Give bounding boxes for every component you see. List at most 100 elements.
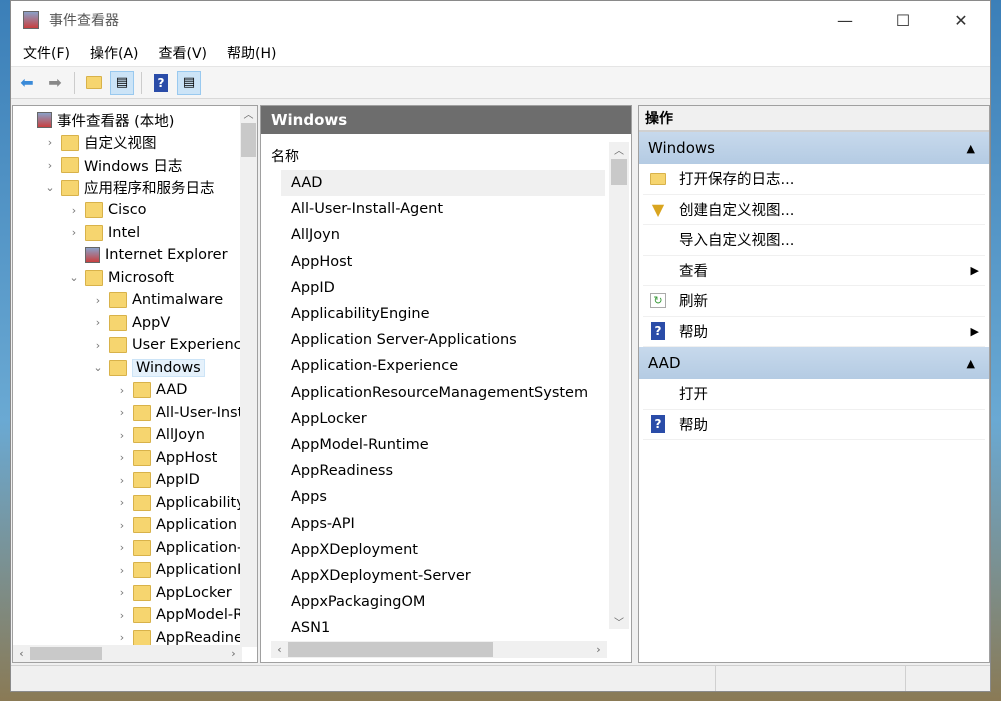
action-item[interactable]: 导入自定义视图... — [643, 225, 985, 256]
tree-item[interactable]: › Antimalware — [91, 289, 223, 311]
log-list-item[interactable]: ASN1 — [281, 615, 605, 641]
log-list-item[interactable]: AppLocker — [281, 406, 605, 432]
chevron-right-icon[interactable]: › — [115, 519, 129, 532]
chevron-right-icon[interactable]: › — [43, 136, 57, 149]
collapse-icon[interactable]: ▲ — [967, 142, 975, 155]
chevron-right-icon[interactable]: › — [115, 406, 129, 419]
tree-item[interactable]: ›Application Server-Applications — [115, 514, 257, 536]
tree-item[interactable]: › AllJoyn — [115, 424, 205, 446]
log-list-item[interactable]: AppID — [281, 275, 605, 301]
column-header-name[interactable]: 名称 — [271, 146, 299, 166]
tree-item[interactable]: ⌄ Microsoft — [67, 267, 174, 289]
log-list-item[interactable]: AppModel-Runtime — [281, 432, 605, 458]
chevron-right-icon[interactable]: › — [115, 474, 129, 487]
chevron-right-icon[interactable]: › — [91, 294, 105, 307]
tree-item[interactable]: ›AppModel-Runtime — [115, 604, 257, 626]
chevron-right-icon[interactable]: › — [43, 159, 57, 172]
folder-icon — [109, 337, 127, 353]
log-list-item[interactable]: AppXDeployment — [281, 537, 605, 563]
log-list-item[interactable]: ApplicabilityEngine — [281, 301, 605, 327]
chevron-right-icon[interactable]: › — [115, 564, 129, 577]
action-item[interactable]: 打开 — [643, 379, 985, 410]
tree-item[interactable]: ›ApplicationResourceManagementSystem — [115, 559, 257, 581]
collapse-icon[interactable]: ▲ — [967, 357, 975, 370]
forward-icon[interactable]: ➡ — [43, 71, 67, 95]
chevron-right-icon[interactable]: › — [67, 226, 81, 239]
action-item[interactable]: ? 帮助 ▶ — [643, 317, 985, 347]
action-item[interactable]: 查看 ▶ — [643, 256, 985, 286]
tree-item[interactable]: Internet Explorer — [67, 244, 228, 266]
show-hide-tree-icon[interactable]: ▤ — [110, 70, 134, 95]
list-horizontal-scrollbar[interactable]: ‹ › — [271, 641, 607, 658]
log-list-item[interactable]: AppHost — [281, 249, 605, 275]
log-list-item[interactable]: AppxPackagingOM — [281, 589, 605, 615]
action-item[interactable]: ↻ 刷新 — [643, 286, 985, 317]
tree-item[interactable]: › AppID — [115, 469, 200, 491]
tree-item[interactable]: ›All-User-Install-Agent — [115, 402, 257, 424]
chevron-down-icon[interactable]: ⌄ — [67, 271, 81, 284]
minimize-button[interactable]: — — [816, 11, 874, 30]
log-list-item[interactable]: AllJoyn — [281, 222, 605, 248]
tree-horizontal-scrollbar[interactable]: ‹ › — [13, 645, 242, 662]
action-label: 创建自定义视图... — [679, 202, 795, 219]
tree-item[interactable]: ›User Experience Virtualization — [91, 334, 257, 356]
action-item[interactable]: 打开保存的日志... — [643, 164, 985, 195]
log-list-item[interactable]: All-User-Install-Agent — [281, 196, 605, 222]
show-hide-actions-icon[interactable]: ▤ — [177, 70, 201, 95]
chevron-right-icon[interactable]: › — [115, 384, 129, 397]
tree-item[interactable]: › Intel — [67, 222, 140, 244]
menu-help[interactable]: 帮助(H) — [227, 43, 276, 63]
folder-icon — [133, 562, 151, 578]
menu-view[interactable]: 查看(V) — [159, 43, 208, 63]
tree-item[interactable]: › Windows 日志 — [43, 154, 182, 176]
chevron-down-icon[interactable]: ⌄ — [43, 181, 57, 194]
log-list-item[interactable]: AAD — [281, 170, 605, 196]
chevron-right-icon[interactable]: › — [115, 496, 129, 509]
chevron-right-icon[interactable]: › — [115, 451, 129, 464]
chevron-right-icon[interactable]: › — [91, 339, 105, 352]
open-folder-icon[interactable] — [82, 71, 106, 95]
action-item[interactable]: ? 帮助 — [643, 410, 985, 440]
log-list-item[interactable]: ApplicationResourceManagementSystem — [281, 380, 605, 406]
tree-item[interactable]: ›Application-Experience — [115, 537, 257, 559]
tree-item[interactable]: › Cisco — [67, 199, 147, 221]
log-icon — [85, 247, 100, 263]
tree-item[interactable]: › AppHost — [115, 447, 217, 469]
log-list-item[interactable]: Application-Experience — [281, 353, 605, 379]
chevron-right-icon[interactable]: › — [115, 429, 129, 442]
tree-vertical-scrollbar[interactable]: ︿ — [240, 106, 257, 647]
chevron-right-icon[interactable]: › — [67, 204, 81, 217]
log-list-item[interactable]: Apps — [281, 484, 605, 510]
chevron-right-icon[interactable]: › — [115, 631, 129, 644]
log-list-item[interactable]: Application Server-Applications — [281, 327, 605, 353]
chevron-right-icon[interactable]: › — [91, 316, 105, 329]
log-list-item[interactable]: AppXDeployment-Server — [281, 563, 605, 589]
close-button[interactable]: ✕ — [932, 11, 990, 30]
list-pane-header: Windows — [261, 106, 631, 134]
tree-item[interactable]: › 自定义视图 — [43, 132, 157, 154]
tree-item[interactable]: › AAD — [115, 379, 187, 401]
chevron-right-icon[interactable]: › — [115, 609, 129, 622]
log-list-item[interactable]: AppReadiness — [281, 458, 605, 484]
log-list-item[interactable]: Apps-API — [281, 511, 605, 537]
tree-item[interactable]: ⌄ 应用程序和服务日志 — [43, 177, 215, 199]
chevron-down-icon[interactable]: ⌄ — [91, 361, 105, 374]
help-icon[interactable]: ? — [149, 71, 173, 95]
action-item[interactable]: ▼ 创建自定义视图... — [643, 195, 985, 225]
tree-item[interactable]: › AppV — [91, 312, 170, 334]
tree-item[interactable]: ⌄ Windows — [91, 357, 205, 379]
actions-section-header[interactable]: AAD ▲ — [639, 347, 989, 379]
actions-section-header[interactable]: Windows ▲ — [639, 132, 989, 164]
list-vertical-scrollbar[interactable]: ︿ ﹀ — [609, 142, 629, 629]
menu-file[interactable]: 文件(F) — [23, 43, 70, 63]
tree-item[interactable]: 事件查看器 (本地) — [19, 109, 174, 131]
tree-item-label: AppHost — [156, 449, 218, 466]
maximize-button[interactable]: ☐ — [874, 11, 932, 30]
chevron-right-icon[interactable]: › — [115, 541, 129, 554]
tree-item[interactable]: › AppLocker — [115, 582, 232, 604]
menu-action[interactable]: 操作(A) — [90, 43, 139, 63]
tree-item-label: Cisco — [108, 202, 147, 218]
chevron-right-icon[interactable]: › — [115, 586, 129, 599]
tree-item[interactable]: ›ApplicabilityEngine — [115, 492, 257, 514]
back-icon[interactable]: ⬅ — [15, 71, 39, 95]
